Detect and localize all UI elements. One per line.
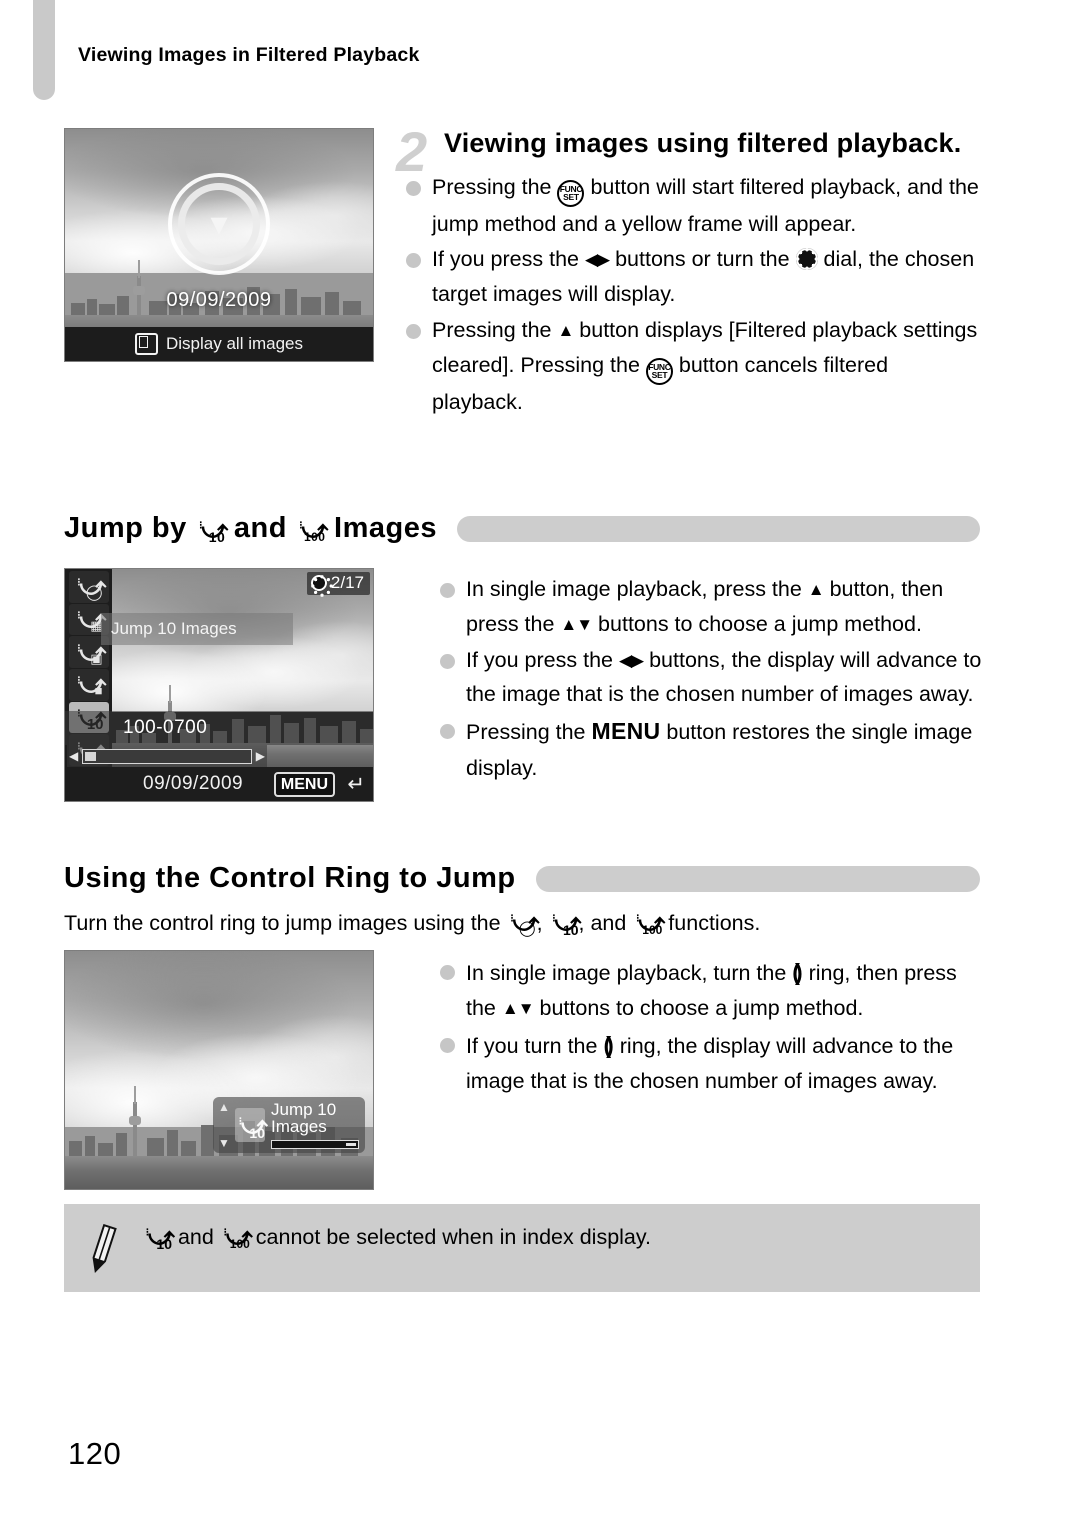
jump-100-images-icon: ⋮ ⤻ 100 [296, 515, 329, 545]
screen1-bottom-bar: Display all images [65, 327, 373, 361]
scroll-right-arrow-icon[interactable]: ▶ [256, 749, 265, 763]
note-part: and [172, 1225, 220, 1249]
func-set-button-icon: FUNC SET [645, 357, 673, 385]
bullet-text: buttons or turn the [609, 247, 796, 272]
control-ring-intro: Turn the control ring to jump images usi… [64, 908, 984, 938]
bullet-text: Pressing the [432, 318, 558, 343]
bullet-text: Pressing the [432, 174, 558, 199]
control-dial-icon [310, 575, 327, 591]
margin-thumb-tab [33, 0, 55, 100]
down-arrow-icon[interactable]: ▼ [218, 1136, 230, 1150]
screen1-bottom-label: Display all images [166, 334, 303, 353]
list-item: Pressing the ▲ button displays [Filtered… [396, 313, 980, 420]
up-down-buttons-icon: ▲▼ [560, 614, 593, 634]
image-counter: 2/17 [306, 572, 370, 595]
control-ring-icon: () [603, 1032, 613, 1059]
heading-decoration-bar [456, 515, 980, 542]
list-item: Pressing the FUNC SET button will start f… [396, 170, 980, 242]
jump-10-images-icon: ⋮ ⤻ 10 [235, 1108, 268, 1142]
jump-to-date-icon[interactable]: ⋮ ⤻ ◯ [68, 571, 109, 603]
left-right-buttons-icon: ◀▶ [584, 250, 610, 270]
section-heading-control-ring: Using the Control Ring to Jump [64, 862, 980, 895]
step-title: Viewing images using filtered playback. [444, 128, 962, 158]
scroll-thumb[interactable] [85, 751, 97, 761]
return-arrow-icon[interactable]: ↵ [347, 774, 365, 795]
bullet-text: buttons to choose a jump method. [533, 996, 864, 1021]
note-part: cannot be selected when in index display… [249, 1225, 652, 1249]
control-dial-icon [795, 248, 818, 271]
jump-100-images-icon: ⋮ ⤻ 100 [633, 908, 666, 938]
camera-screen-jump-method-menu: ⋮⤻◯ ⋮⤻▦ ⋮⤻▣ ⋮⤻■ ⋮⤻10 ⋮⤻100 2/17 Jump 10 … [64, 568, 374, 802]
camera-screen-control-ring-jump: ▲ ▼ ⋮ ⤻ 10 Jump 10 Images [64, 950, 374, 1190]
screen2-bottom-bar: 09/09/2009 MENU ↵ [65, 767, 373, 801]
scroll-left-arrow-icon[interactable]: ◀ [69, 749, 78, 763]
intro-text: functions. [662, 911, 761, 935]
jump-10-images-icon: ⋮ ⤻ 10 [143, 1222, 175, 1252]
running-header: Viewing Images in Filtered Playback [78, 44, 420, 66]
screen2-date: 09/09/2009 [143, 773, 244, 794]
note-text: ⋮ ⤻ 10 and ⋮ ⤻ 100 cannot be selected when i… [142, 1222, 651, 1252]
jump-10-images-icon: ⋮ ⤻ 10 [196, 515, 229, 545]
func-set-button-icon: FUNC SET [557, 179, 585, 207]
list-item: Pressing the MENU button restores the si… [430, 713, 990, 785]
up-down-buttons-icon: ▲▼ [501, 999, 535, 1019]
jump-10-images-icon: ⋮ ⤻ 10 [549, 908, 582, 938]
heading-part: Images [325, 512, 437, 544]
jump-method-label: Jump 10 Images [101, 613, 293, 645]
up-button-icon: ▲ [807, 580, 825, 599]
display-all-images-icon [135, 333, 158, 355]
screen1-date: 09/09/2009 [166, 289, 272, 312]
list-item: If you press the ◀▶ buttons, the display… [430, 643, 990, 713]
heading-part: Jump by [64, 512, 196, 544]
counter-value: 2/17 [330, 573, 364, 592]
image-scrollbar[interactable]: ◀ ▶ [67, 745, 267, 767]
overlay-jump-label: Jump 10 Images [271, 1100, 337, 1136]
heading-part: and [225, 512, 296, 544]
filtered-playback-clock-icon: ▾ [168, 173, 270, 276]
camera-screen-filtered-playback: ▾ 09/09/2009 Display all images [64, 128, 374, 362]
file-number: 100-0700 [65, 711, 373, 745]
up-arrow-icon[interactable]: ▲ [218, 1100, 230, 1114]
page-number: 120 [68, 1436, 122, 1471]
step-2-block: 2 Viewing images using filtered playback… [396, 124, 980, 421]
list-item: If you press the ◀▶ buttons or turn the … [396, 242, 980, 312]
bullet-text: If you press the [466, 647, 619, 672]
jump-to-movie-icon[interactable]: ⋮ ⤻ ■ [68, 669, 109, 701]
section-heading-text: Jump by ⋮ ⤻ 10 and ⋮ ⤻ 100 Images [64, 512, 437, 545]
list-item: In single image playback, press the ▲ bu… [430, 572, 990, 642]
bullet-text: If you turn the [466, 1034, 604, 1059]
bullet-text: Pressing the [466, 720, 592, 745]
left-right-buttons-icon: ◀▶ [618, 650, 644, 670]
intro-text: , and [578, 911, 633, 935]
section-heading-jump-by-images: Jump by ⋮ ⤻ 10 and ⋮ ⤻ 100 Images [64, 512, 980, 545]
jump-section-bullets: In single image playback, press the ▲ bu… [430, 562, 990, 786]
menu-button-icon: MENU [591, 718, 661, 745]
bullet-text: buttons to choose a jump method. [592, 611, 922, 636]
list-item: In single image playback, turn the () ri… [430, 954, 990, 1026]
up-button-icon: ▲ [557, 321, 574, 341]
scroll-track[interactable] [82, 748, 252, 764]
control-ring-icon: () [792, 959, 802, 985]
overlay-scroll-thumb[interactable] [346, 1143, 356, 1146]
list-item: If you turn the () ring, the display wil… [430, 1027, 990, 1099]
step-2-bullets: Pressing the FUNC SET button will start f… [396, 170, 980, 420]
control-ring-bullets: In single image playback, turn the () ri… [430, 944, 990, 1100]
section-heading-text: Using the Control Ring to Jump [64, 862, 516, 894]
bullet-text: In single image playback, turn the [466, 961, 793, 985]
jump-method-overlay-panel[interactable]: ▲ ▼ ⋮ ⤻ 10 Jump 10 Images [213, 1097, 365, 1153]
menu-button-icon[interactable]: MENU [273, 771, 335, 797]
jump-100-images-icon: ⋮ ⤻ 100 [220, 1222, 253, 1252]
intro-text: Turn the control ring to jump images usi… [64, 911, 507, 935]
bullet-text: In single image playback, press the [466, 577, 808, 601]
jump-to-date-icon: ⋮ ⤻ ◯ [507, 908, 540, 937]
overlay-scroll-track[interactable] [271, 1140, 359, 1149]
jump-method-arrows[interactable]: ▲ ▼ [213, 1097, 235, 1153]
pencil-note-icon [64, 1222, 142, 1274]
bullet-text: If you press the [432, 247, 585, 272]
heading-decoration-bar [535, 865, 980, 892]
note-box: ⋮ ⤻ 10 and ⋮ ⤻ 100 cannot be selected when i… [64, 1204, 980, 1292]
